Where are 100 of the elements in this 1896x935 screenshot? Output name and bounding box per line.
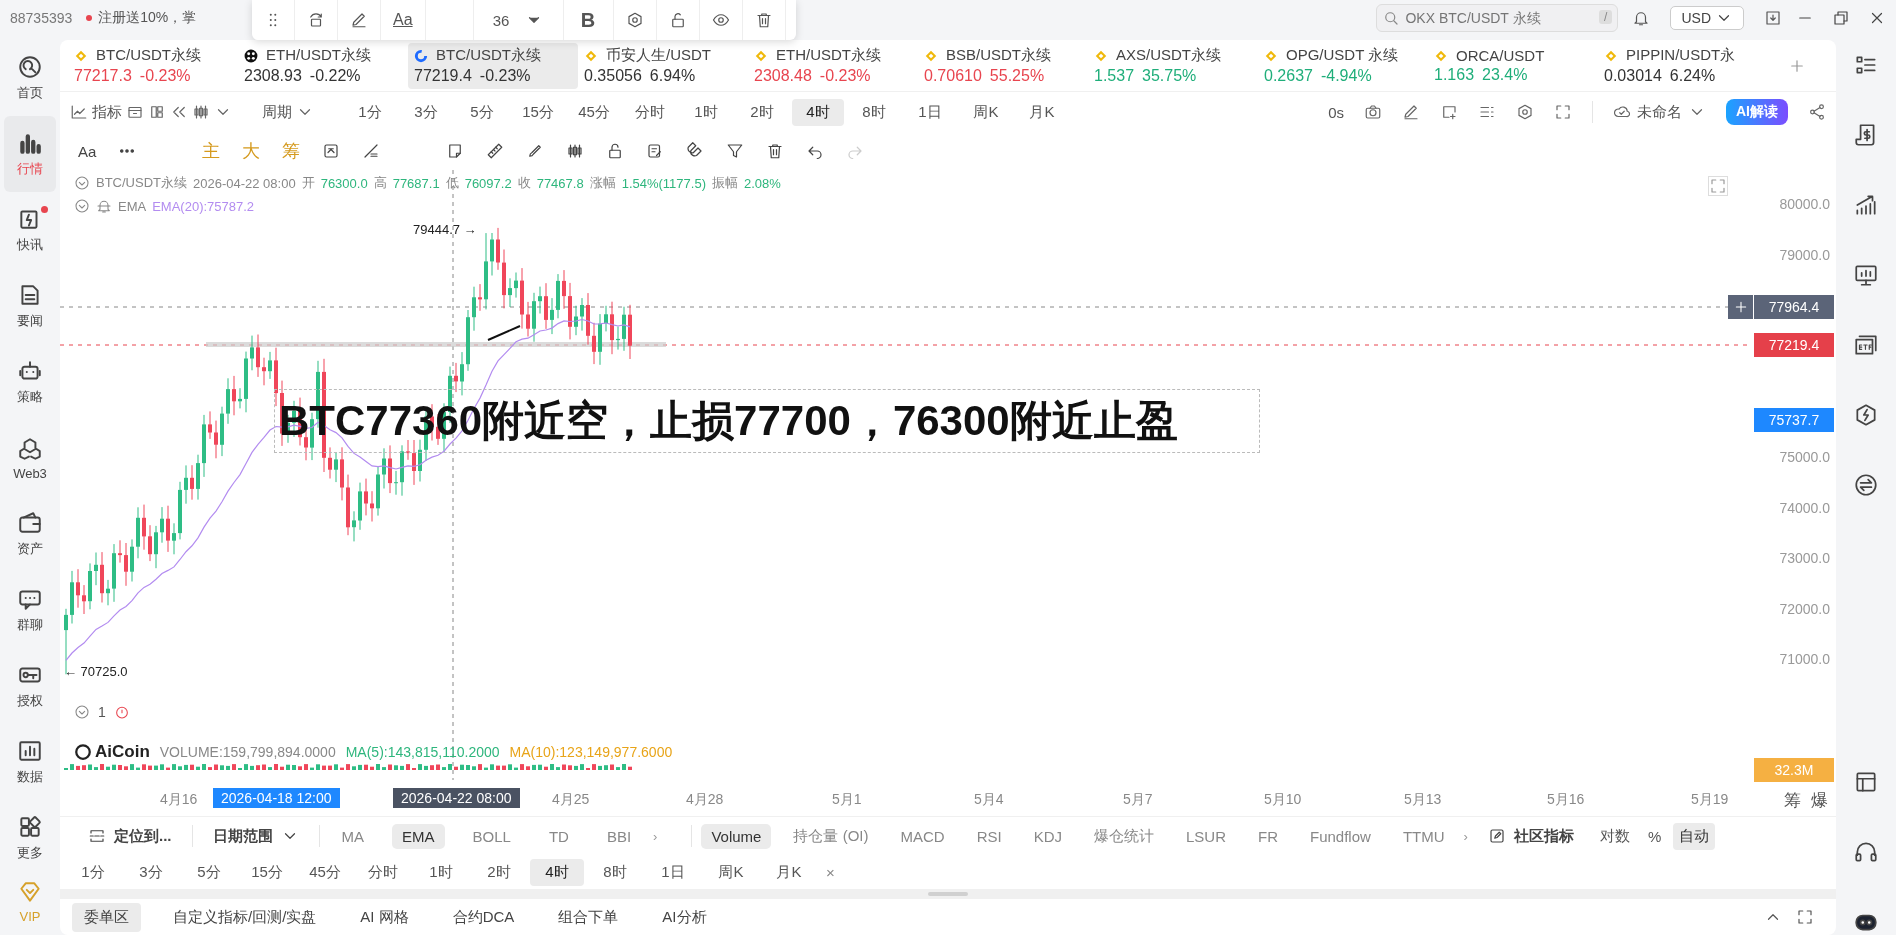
nav-item[interactable]: 更多 — [4, 800, 56, 876]
field-value: 1.54%(1177.5) — [621, 175, 706, 191]
period-tab[interactable]: 45分 — [568, 98, 620, 126]
axis-label: 74000.0 — [1779, 499, 1830, 516]
period-tab[interactable]: 分时 — [624, 98, 676, 126]
nav-item[interactable]: 资产 — [4, 496, 56, 572]
panel-tab[interactable]: 合约DCA — [440, 902, 527, 932]
ticker-tab[interactable]: BSB/USDT永续 0.70610 55.25% — [918, 42, 1088, 89]
ticker-tab[interactable]: ETH/USDT永续 2308.93 -0.22% — [238, 42, 408, 89]
period-tab[interactable]: 1日 — [646, 858, 700, 886]
nav-item[interactable]: 数据 — [4, 724, 56, 800]
field-value: 77467.8 — [536, 175, 584, 191]
period-tab[interactable]: 3分 — [400, 98, 452, 126]
ticker-tab[interactable]: OPG/USDT 永续 0.2637 -4.94% — [1258, 42, 1428, 89]
period-tab[interactable]: 2时 — [736, 98, 788, 126]
period-tab[interactable]: 3分 — [124, 858, 178, 886]
axis-label: 72000.0 — [1779, 600, 1830, 617]
community-indicators[interactable]: 社区指标 — [1513, 826, 1574, 846]
date-label: 5月16 — [1547, 791, 1585, 809]
price-tag: 32.3M — [1754, 758, 1834, 782]
ticker-tab[interactable]: ORCA/USDT 1.163 23.4% — [1428, 42, 1598, 89]
nav-item[interactable]: 要闻 — [4, 268, 56, 344]
side-tool[interactable]: 筹 — [1784, 789, 1801, 812]
indicator-tab[interactable]: EMA — [392, 823, 445, 849]
field-label: 高 — [373, 174, 387, 192]
panel-tab[interactable]: AI分析 — [650, 902, 719, 932]
indicator-tab[interactable]: TD — [538, 823, 579, 849]
indicator-tab[interactable]: KDJ — [1023, 823, 1072, 849]
indicator-value: EMA(20):75787.2 — [152, 198, 255, 214]
indicator-tab[interactable]: BOLL — [462, 823, 521, 849]
indicator-tab[interactable]: Fundflow — [1300, 823, 1381, 849]
nav-item[interactable]: 群聊 — [4, 572, 56, 648]
panel-tab[interactable]: 委单区 — [72, 902, 141, 932]
period-tab[interactable]: 15分 — [512, 98, 564, 126]
ticker-tab[interactable]: PIPPIN/USDT永 0.03014 6.24% — [1598, 42, 1768, 89]
period-tab[interactable]: 1日 — [904, 98, 956, 126]
close-button[interactable]: × — [820, 863, 841, 881]
ticker-tab[interactable]: 币安人生/USDT 0.35056 6.94% — [578, 42, 748, 89]
indicator-tab[interactable]: RSI — [966, 823, 1012, 849]
period-tab[interactable]: 5分 — [456, 98, 508, 126]
panel-tab[interactable]: 自定义指标/回测/实盘 — [161, 902, 329, 932]
indicator-button[interactable]: 指标 — [92, 102, 122, 122]
period-tab[interactable]: 分时 — [356, 858, 410, 886]
period-tab[interactable]: 8时 — [848, 98, 900, 126]
indicator-tab[interactable]: MACD — [890, 823, 955, 849]
layout-name[interactable]: 未命名 — [1637, 102, 1682, 122]
indicator-tab[interactable]: 持仓量 (OI) — [783, 822, 879, 850]
brand-logo: AiCoin — [74, 742, 150, 762]
ticker-change: 6.24% — [1669, 67, 1716, 85]
ticker-tab[interactable]: BTC/USDT永续 77219.4 -0.23% — [408, 42, 578, 89]
cursor-date: 2026-04-22 08:00 — [393, 788, 520, 808]
nav-item[interactable]: Web3 — [4, 420, 56, 496]
period-tab[interactable]: 月K — [1016, 98, 1068, 126]
ticker-name: BTC/USDT永续 — [96, 46, 201, 65]
period-tab[interactable]: 1时 — [680, 98, 732, 126]
font-button[interactable]: Aa — [381, 0, 426, 40]
indicator-tab[interactable]: LSUR — [1176, 823, 1236, 849]
indicator-tab[interactable]: FR — [1248, 823, 1288, 849]
indicator-tab[interactable]: BBI — [596, 823, 642, 849]
scale-option[interactable]: 自动 — [1673, 822, 1716, 850]
ai-button[interactable]: AI解读 — [1726, 99, 1788, 125]
period-tab[interactable]: 周K — [704, 858, 758, 886]
nav-item[interactable]: 策略 — [4, 344, 56, 420]
period-tab[interactable]: 8时 — [588, 858, 642, 886]
period-tab[interactable]: 1分 — [66, 858, 120, 886]
nav-item[interactable]: 首页 — [4, 40, 56, 116]
ticker-tab[interactable]: BTC/USDT永续 77217.3 -0.23% — [68, 42, 238, 89]
period-tab[interactable]: 2时 — [472, 858, 526, 886]
bold-button[interactable]: B — [563, 0, 614, 40]
nav-item[interactable]: 授权 — [4, 648, 56, 724]
period-tab[interactable]: 4时 — [530, 858, 584, 886]
period-tab[interactable]: 1时 — [414, 858, 468, 886]
period-menu[interactable]: 周期 — [262, 102, 292, 122]
period-tab[interactable]: 月K — [762, 858, 816, 886]
scale-option[interactable]: 对数 — [1593, 822, 1636, 850]
locate-button[interactable]: 定位到... — [114, 826, 172, 846]
date-label: 5月1 — [832, 791, 862, 809]
side-tool[interactable]: 爆 — [1811, 789, 1828, 812]
ticker-tab[interactable]: ETH/USDT永续 2308.48 -0.23% — [748, 42, 918, 89]
promo-text[interactable]: 注册送10%，掌 — [98, 9, 197, 27]
indicator-tab[interactable]: Volume — [701, 823, 772, 849]
nav-item[interactable]: 快讯 — [4, 192, 56, 268]
font-tool[interactable]: Aa — [78, 142, 97, 160]
period-tab[interactable]: 周K — [960, 98, 1012, 126]
panel-tab[interactable]: AI 网格 — [348, 902, 421, 932]
period-tab[interactable]: 45分 — [298, 858, 352, 886]
indicator-tab[interactable]: MA — [331, 823, 374, 849]
period-tab[interactable]: 5分 — [182, 858, 236, 886]
period-tab[interactable]: 1分 — [344, 98, 396, 126]
currency-select[interactable]: USD — [1670, 6, 1744, 30]
indicator-tab[interactable]: 爆仓统计 — [1084, 822, 1164, 850]
date-range-button[interactable]: 日期范围 — [212, 826, 273, 846]
panel-tab[interactable]: 组合下单 — [546, 902, 631, 932]
ticker-tab[interactable]: AXS/USDT永续 1.537 35.75% — [1088, 42, 1258, 89]
ticker-price: 0.70610 — [924, 67, 982, 85]
ticker-change: 55.25% — [989, 67, 1045, 85]
period-tab[interactable]: 4时 — [792, 98, 844, 126]
scale-option[interactable]: % — [1641, 823, 1668, 849]
indicator-tab[interactable]: TTMU — [1392, 823, 1455, 849]
period-tab[interactable]: 15分 — [240, 858, 294, 886]
